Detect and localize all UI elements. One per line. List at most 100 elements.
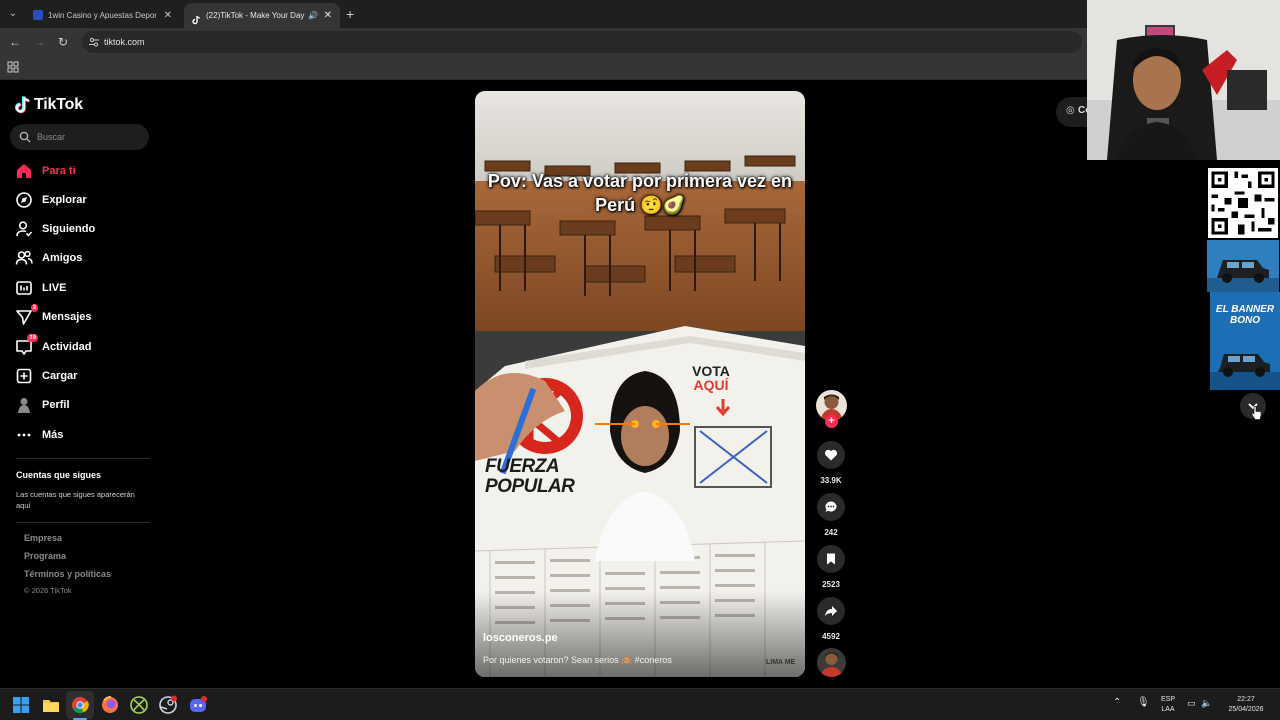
- firefox-icon[interactable]: [100, 695, 120, 715]
- new-tab-icon[interactable]: +: [346, 5, 354, 23]
- sponsor-banner-bono: EL BANNER BONO: [1210, 292, 1280, 390]
- video-player[interactable]: Pov: Vas a votar por primera vez en Perú…: [475, 91, 805, 677]
- search-input[interactable]: Buscar: [10, 124, 149, 150]
- tab-search-chevron-icon[interactable]: ⌄: [4, 5, 22, 23]
- ballot-vote-here-label: VOTA AQUÍ: [692, 363, 730, 393]
- sidebar-item-label: Explorar: [42, 194, 87, 206]
- network-icon[interactable]: ▭: [1187, 698, 1196, 708]
- url-text: tiktok.com: [104, 37, 145, 47]
- messages-badge: 3: [30, 304, 38, 312]
- search-icon: [19, 131, 31, 143]
- sidebar-item-label: Cargar: [42, 370, 78, 382]
- close-tab-icon[interactable]: ✕: [324, 3, 332, 28]
- ballot-location-text: LIMA ME: [766, 659, 796, 666]
- sidebar-item-siguiendo[interactable]: Siguiendo: [15, 218, 95, 240]
- site-info-icon[interactable]: [88, 36, 100, 48]
- share-button[interactable]: [817, 597, 845, 625]
- sidebar-item-label: Amigos: [42, 252, 83, 264]
- sidebar-item-para-ti[interactable]: Para ti: [15, 160, 76, 182]
- close-tab-icon[interactable]: ✕: [164, 3, 172, 28]
- like-count: 33.9K: [820, 476, 842, 485]
- video-author-handle[interactable]: losconeros.pe: [483, 632, 558, 644]
- address-bar[interactable]: tiktok.com: [82, 31, 1082, 53]
- reload-icon[interactable]: ↻: [54, 33, 72, 51]
- sidebar-divider: [16, 458, 150, 459]
- sidebar-item-label: Mensajes: [42, 311, 92, 323]
- share-count: 4592: [822, 632, 840, 641]
- following-icon: [15, 220, 33, 238]
- language-code: ESP: [1160, 696, 1175, 703]
- home-icon: [15, 162, 33, 180]
- system-clock[interactable]: 22:27 25/04/2026: [1224, 695, 1268, 715]
- bookmark-count: 2523: [822, 580, 840, 589]
- xbox-icon[interactable]: [129, 695, 149, 715]
- steam-icon[interactable]: [158, 695, 178, 715]
- footer-link-terminos[interactable]: Términos y políticas: [24, 569, 111, 579]
- sidebar-item-label: Más: [42, 429, 64, 441]
- follow-plus-button[interactable]: +: [825, 415, 838, 428]
- qr-code-image: [1208, 168, 1278, 238]
- music-disc-avatar[interactable]: [817, 648, 846, 677]
- sidebar-item-label: Actividad: [42, 341, 92, 353]
- tab-1win[interactable]: 1win Casino y Apuestas Deportivas ✕: [26, 3, 180, 28]
- bookmark-button[interactable]: [817, 545, 845, 573]
- chrome-icon[interactable]: [70, 695, 90, 715]
- sidebar-item-mas[interactable]: Más: [15, 424, 63, 446]
- profile-icon: [15, 396, 33, 414]
- input-language-indicator[interactable]: ESP LAA: [1156, 695, 1180, 715]
- sidebar-item-label: LIVE: [42, 282, 67, 294]
- sidebar-item-explorar[interactable]: Explorar: [15, 189, 87, 211]
- tray-overflow-chevron-icon[interactable]: ⌃: [1113, 698, 1121, 708]
- sidebar-item-label: Siguiendo: [42, 223, 96, 235]
- discord-icon[interactable]: [188, 695, 208, 715]
- search-placeholder: Buscar: [37, 132, 66, 142]
- sidebar-item-cargar[interactable]: Cargar: [15, 365, 77, 387]
- live-icon: [15, 279, 33, 297]
- more-icon: [15, 426, 33, 444]
- forward-icon[interactable]: →: [30, 33, 48, 51]
- like-button[interactable]: [817, 441, 845, 469]
- comment-button[interactable]: [817, 493, 845, 521]
- sidebar-item-actividad[interactable]: 19 Actividad: [15, 334, 92, 358]
- upload-icon: [15, 367, 33, 385]
- back-icon[interactable]: ←: [6, 33, 24, 51]
- comment-count: 242: [824, 528, 838, 537]
- tab-tiktok[interactable]: (22)TikTok - Make Your Day 🔊 ✕: [184, 3, 340, 28]
- sidebar-item-perfil[interactable]: Perfil: [15, 394, 70, 416]
- volume-icon[interactable]: 🔈: [1201, 698, 1212, 708]
- webcam-overlay: [1087, 0, 1280, 160]
- comment-icon: [825, 501, 837, 512]
- footer-link-empresa[interactable]: Empresa: [24, 533, 62, 543]
- sidebar-item-mensajes[interactable]: 3 Mensajes: [15, 304, 92, 328]
- windows-start-icon[interactable]: [11, 695, 31, 715]
- audio-playing-icon[interactable]: 🔊: [308, 3, 318, 28]
- keyboard-layout-code: LAA: [1161, 706, 1175, 713]
- footer-link-programa[interactable]: Programa: [24, 551, 66, 561]
- tiktok-logo-icon: [15, 95, 30, 114]
- coins-icon: ◎: [1066, 105, 1075, 116]
- tiktok-logo[interactable]: TikTok: [15, 94, 83, 116]
- messages-icon: 3: [15, 304, 38, 326]
- tiktok-favicon-icon: [191, 10, 201, 25]
- tab-title: (22)TikTok - Make Your Day: [206, 11, 305, 20]
- sidebar-item-amigos[interactable]: Amigos: [15, 247, 82, 269]
- video-overlay-text: Pov: Vas a votar por primera vez en Perú…: [487, 171, 793, 215]
- tiktok-page: TikTok Buscar Para ti Explorar Siguiendo…: [0, 80, 1280, 688]
- windows-taskbar: ⌃ 🎙 ESP LAA ▭ 🔈 22:27 25/04/2026: [0, 688, 1280, 720]
- activity-badge: 19: [27, 334, 38, 342]
- clock-date: 25/04/2026: [1228, 706, 1264, 713]
- friends-icon: [15, 249, 33, 267]
- ballot-party-name: FUERZA POPULAR: [485, 456, 575, 497]
- apps-grid-icon[interactable]: [7, 61, 19, 73]
- microphone-icon[interactable]: 🎙: [1137, 698, 1150, 708]
- 1win-favicon-icon: [33, 10, 43, 20]
- sidebar-item-live[interactable]: LIVE: [15, 277, 66, 299]
- following-section-description: Las cuentas que sigues aparecerán aquí: [16, 490, 135, 510]
- sidebar-item-label: Perfil: [42, 399, 70, 411]
- compass-icon: [15, 191, 33, 209]
- file-explorer-icon[interactable]: [41, 695, 61, 715]
- hand-cursor-icon: [1251, 406, 1261, 420]
- ad-banner-title: EL BANNER BONO: [1215, 304, 1275, 326]
- copyright-text: © 2026 TikTok: [24, 586, 72, 595]
- sidebar-divider: [16, 522, 150, 523]
